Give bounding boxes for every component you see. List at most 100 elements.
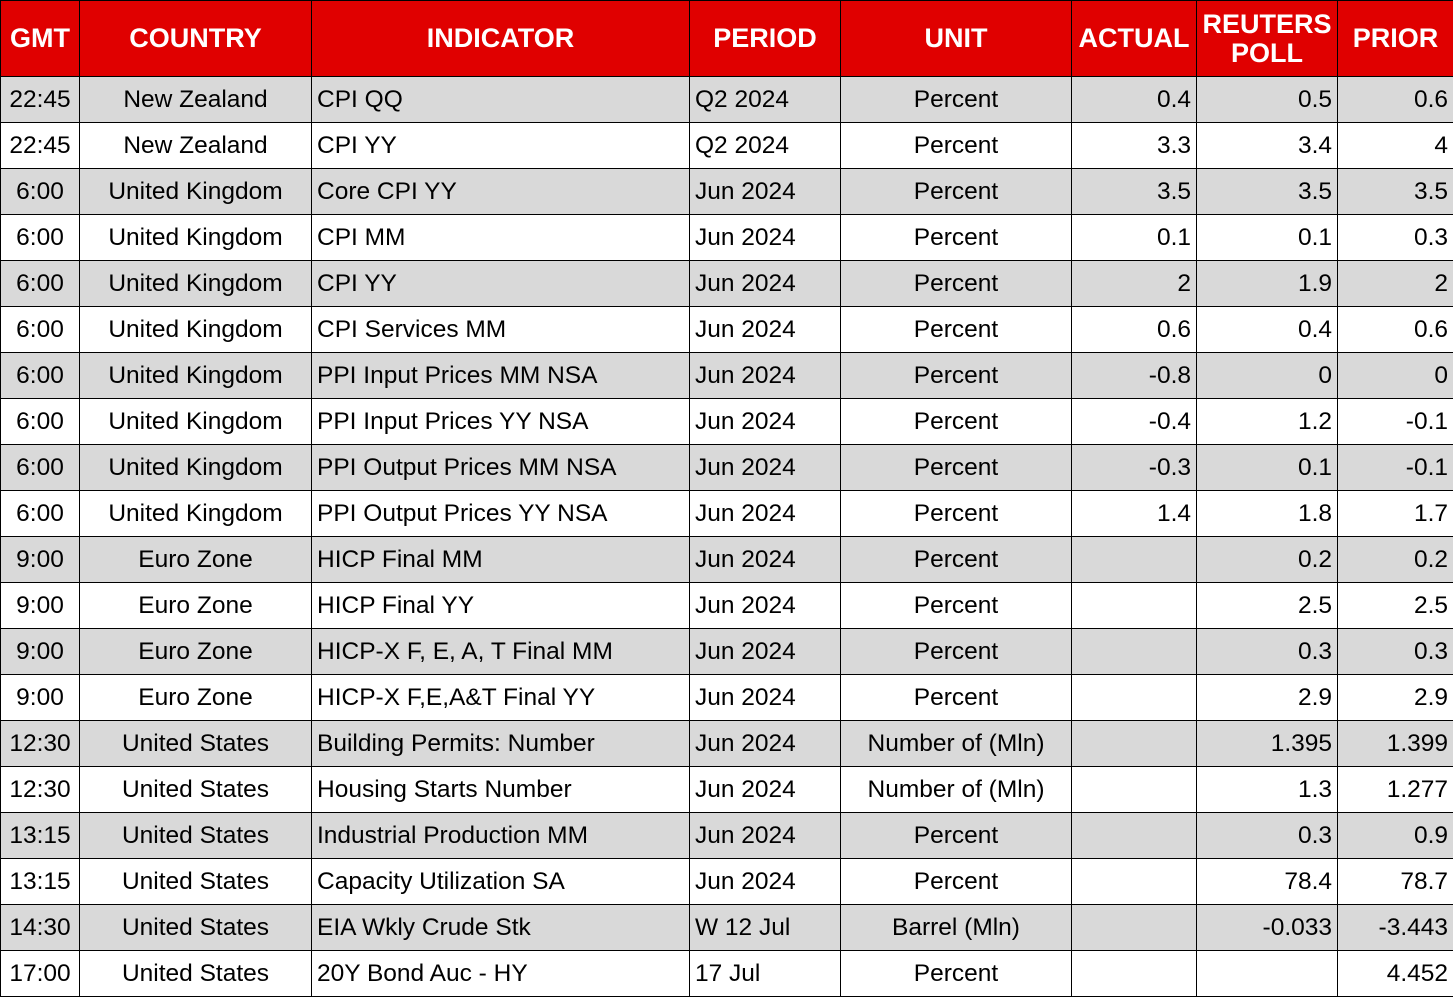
- cell-actual: 3.5: [1071, 168, 1197, 215]
- cell-prior: 1.399: [1337, 720, 1453, 767]
- cell-reuters-poll: 1.2: [1196, 398, 1338, 445]
- cell-prior: 0.6: [1337, 76, 1453, 123]
- cell-unit: Number of (Mln): [840, 720, 1072, 767]
- table-row: 13:15 United States Capacity Utilization S…: [0, 858, 1453, 905]
- cell-period: Jun 2024: [689, 352, 841, 399]
- cell-reuters-poll: 2.9: [1196, 674, 1338, 721]
- cell-prior: 0.3: [1337, 214, 1453, 261]
- header-indicator: INDICATOR: [311, 0, 690, 77]
- cell-prior: 2.9: [1337, 674, 1453, 721]
- cell-actual: [1071, 674, 1197, 721]
- header-unit: UNIT: [840, 0, 1072, 77]
- cell-reuters-poll: 2.5: [1196, 582, 1338, 629]
- table-row: 6:00 United Kingdom PPI Input Prices MM NS…: [0, 352, 1453, 399]
- cell-period: Q2 2024: [689, 76, 841, 123]
- cell-gmt: 13:15: [0, 812, 80, 859]
- cell-indicator: HICP Final YY: [311, 582, 690, 629]
- cell-prior: 0.2: [1337, 536, 1453, 583]
- cell-country: Euro Zone: [79, 674, 312, 721]
- cell-country: Euro Zone: [79, 628, 312, 675]
- cell-gmt: 6:00: [0, 352, 80, 399]
- cell-unit: Percent: [840, 306, 1072, 353]
- table-row: 9:00 Euro Zone HICP-X F, E, A, T Final MM J…: [0, 628, 1453, 675]
- cell-country: United States: [79, 858, 312, 905]
- cell-country: United Kingdom: [79, 490, 312, 537]
- cell-prior: -0.1: [1337, 398, 1453, 445]
- cell-period: Jun 2024: [689, 398, 841, 445]
- cell-period: Jun 2024: [689, 444, 841, 491]
- cell-prior: 0.3: [1337, 628, 1453, 675]
- cell-unit: Barrel (Mln): [840, 904, 1072, 951]
- cell-gmt: 6:00: [0, 444, 80, 491]
- cell-period: Jun 2024: [689, 812, 841, 859]
- cell-prior: 0.6: [1337, 306, 1453, 353]
- cell-reuters-poll: 0.1: [1196, 214, 1338, 261]
- cell-gmt: 6:00: [0, 398, 80, 445]
- table-row: 22:45 New Zealand CPI YY Q2 2024 Percent 3.3 3…: [0, 122, 1453, 169]
- cell-unit: Percent: [840, 490, 1072, 537]
- cell-country: Euro Zone: [79, 536, 312, 583]
- cell-period: Jun 2024: [689, 490, 841, 537]
- cell-prior: 4.452: [1337, 950, 1453, 997]
- header-period: PERIOD: [689, 0, 841, 77]
- header-row: GMT COUNTRY INDICATOR PERIOD UNIT ACTUAL…: [0, 0, 1453, 77]
- cell-unit: Percent: [840, 260, 1072, 307]
- cell-prior: 3.5: [1337, 168, 1453, 215]
- cell-reuters-poll: 3.5: [1196, 168, 1338, 215]
- cell-country: United States: [79, 812, 312, 859]
- header-reuters-poll: REUTERS POLL: [1196, 0, 1338, 77]
- cell-prior: 78.7: [1337, 858, 1453, 905]
- table-row: 22:45 New Zealand CPI QQ Q2 2024 Percent 0.4 0…: [0, 76, 1453, 123]
- header-prior: PRIOR: [1337, 0, 1453, 77]
- cell-reuters-poll: 1.9: [1196, 260, 1338, 307]
- cell-unit: Percent: [840, 582, 1072, 629]
- cell-prior: 2: [1337, 260, 1453, 307]
- cell-unit: Percent: [840, 858, 1072, 905]
- cell-gmt: 6:00: [0, 214, 80, 261]
- cell-reuters-poll: 78.4: [1196, 858, 1338, 905]
- cell-prior: -3.443: [1337, 904, 1453, 951]
- cell-prior: 0.9: [1337, 812, 1453, 859]
- cell-reuters-poll: 0.2: [1196, 536, 1338, 583]
- cell-reuters-poll: 0.5: [1196, 76, 1338, 123]
- cell-indicator: Industrial Production MM: [311, 812, 690, 859]
- cell-period: Jun 2024: [689, 766, 841, 813]
- cell-actual: 2: [1071, 260, 1197, 307]
- cell-period: Jun 2024: [689, 720, 841, 767]
- cell-gmt: 9:00: [0, 674, 80, 721]
- cell-indicator: HICP-X F,E,A&T Final YY: [311, 674, 690, 721]
- table-body: 22:45 New Zealand CPI QQ Q2 2024 Percent 0.4 0…: [0, 76, 1453, 997]
- cell-unit: Percent: [840, 76, 1072, 123]
- cell-indicator: PPI Input Prices YY NSA: [311, 398, 690, 445]
- table-row: 6:00 United Kingdom CPI Services MM Jun 202…: [0, 306, 1453, 353]
- cell-actual: [1071, 766, 1197, 813]
- cell-period: Jun 2024: [689, 214, 841, 261]
- cell-reuters-poll: 0.1: [1196, 444, 1338, 491]
- cell-actual: 0.6: [1071, 306, 1197, 353]
- cell-indicator: CPI MM: [311, 214, 690, 261]
- cell-indicator: EIA Wkly Crude Stk: [311, 904, 690, 951]
- cell-reuters-poll: 1.8: [1196, 490, 1338, 537]
- cell-period: Jun 2024: [689, 858, 841, 905]
- cell-indicator: HICP Final MM: [311, 536, 690, 583]
- cell-unit: Percent: [840, 398, 1072, 445]
- table-row: 13:15 United States Industrial Production …: [0, 812, 1453, 859]
- table-row: 6:00 United Kingdom CPI MM Jun 2024 Percent 0…: [0, 214, 1453, 261]
- cell-period: W 12 Jul: [689, 904, 841, 951]
- cell-unit: Percent: [840, 628, 1072, 675]
- cell-gmt: 6:00: [0, 490, 80, 537]
- cell-reuters-poll: 0.3: [1196, 812, 1338, 859]
- header-gmt: GMT: [0, 0, 80, 77]
- cell-indicator: Building Permits: Number: [311, 720, 690, 767]
- table-row: 9:00 Euro Zone HICP-X F,E,A&T Final YY Jun …: [0, 674, 1453, 721]
- cell-unit: Percent: [840, 812, 1072, 859]
- cell-actual: -0.8: [1071, 352, 1197, 399]
- cell-country: United States: [79, 766, 312, 813]
- cell-unit: Percent: [840, 950, 1072, 997]
- table-row: 14:30 United States EIA Wkly Crude Stk W 12…: [0, 904, 1453, 951]
- cell-gmt: 9:00: [0, 536, 80, 583]
- cell-actual: 0.4: [1071, 76, 1197, 123]
- cell-indicator: PPI Output Prices MM NSA: [311, 444, 690, 491]
- table-row: 17:00 United States 20Y Bond Auc - HY 17 Ju…: [0, 950, 1453, 997]
- cell-country: United States: [79, 950, 312, 997]
